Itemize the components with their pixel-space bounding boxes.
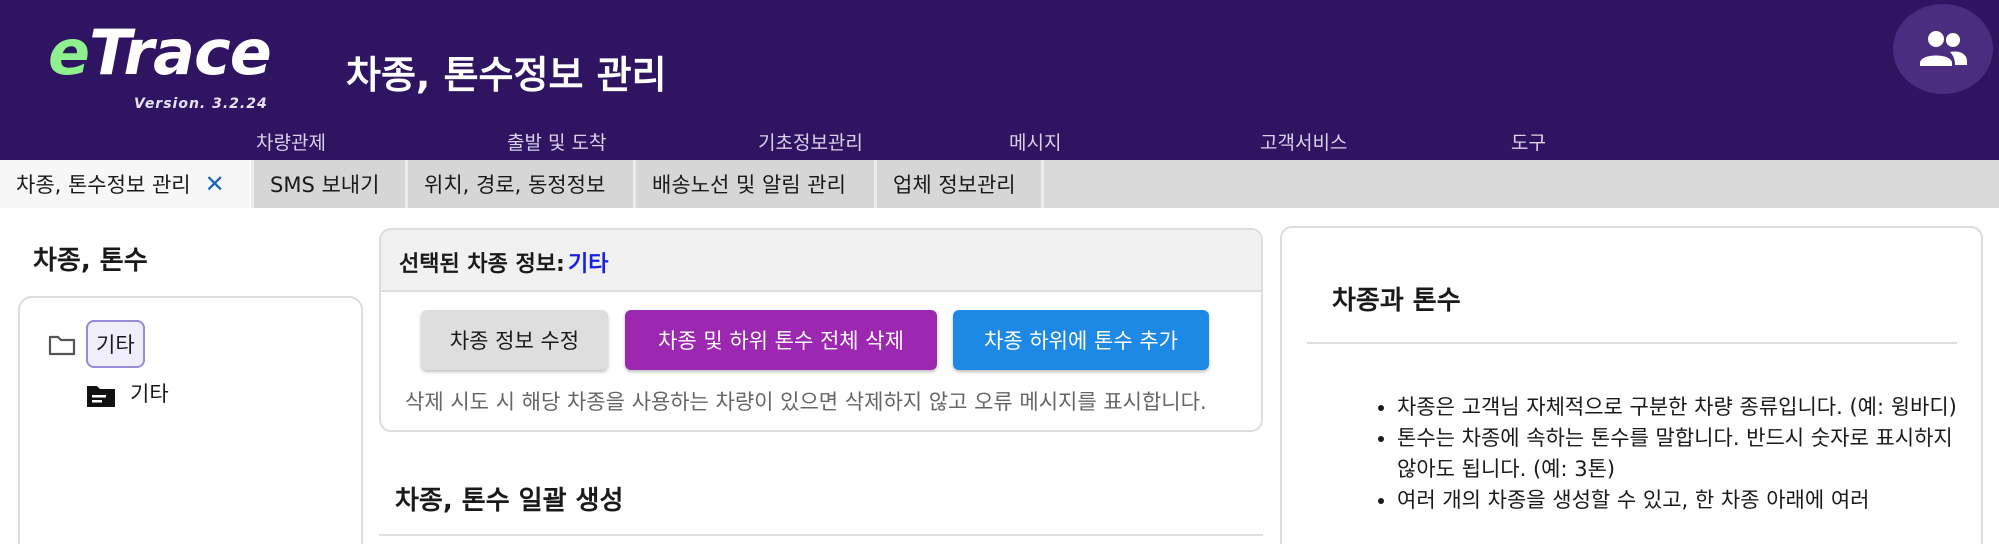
tab-label: 배송노선 및 알림 관리 <box>652 173 846 197</box>
user-group-button[interactable] <box>1893 4 1993 94</box>
info-list-item: 톤수는 차종에 속하는 톤수를 말합니다. 반드시 숫자로 표시하지 않아도 됩… <box>1397 423 1957 485</box>
selected-header: 선택된 차종 정보: 기타 <box>381 230 1261 292</box>
tab-label: SMS 보내기 <box>270 173 380 197</box>
tab-company-info[interactable]: 업체 정보관리 <box>877 160 1044 208</box>
tab-sms[interactable]: SMS 보내기 <box>254 160 408 208</box>
close-icon[interactable]: ✕ <box>205 170 225 198</box>
menu-item-message[interactable]: 메시지 <box>1009 128 1061 155</box>
users-icon <box>1920 31 1967 66</box>
delete-vehicle-type-button[interactable]: 차종 및 하위 톤수 전체 삭제 <box>625 310 937 370</box>
left-panel-title: 차종, 톤수 <box>33 246 148 276</box>
menu-item-departure-arrival[interactable]: 출발 및 도착 <box>507 128 606 155</box>
menu-item-basic-info[interactable]: 기초정보관리 <box>758 128 863 155</box>
folder-outline-icon[interactable] <box>48 334 76 360</box>
tab-bar: 차종, 톤수정보 관리 ✕ SMS 보내기 위치, 경로, 동정정보 배송노선 … <box>0 160 1999 208</box>
tab-vehicle-type-tonnage[interactable]: 차종, 톤수정보 관리 ✕ <box>0 160 254 208</box>
tab-label: 차종, 톤수정보 관리 <box>16 173 191 197</box>
logo-e: e <box>48 16 90 89</box>
folder-filled-icon <box>86 384 116 412</box>
tab-label: 위치, 경로, 동정정보 <box>424 173 606 197</box>
bulk-create-title: 차종, 톤수 일괄 생성 <box>395 486 624 516</box>
tab-label: 업체 정보관리 <box>893 173 1016 197</box>
tree-node-child[interactable]: 기타 <box>130 378 169 408</box>
divider <box>379 534 1263 536</box>
selected-value: 기타 <box>568 252 609 277</box>
logo-text: Trace <box>89 16 272 89</box>
info-list-item: 여러 개의 차종을 생성할 수 있고, 한 차종 아래에 여러 <box>1397 485 1957 516</box>
menu-item-tools[interactable]: 도구 <box>1511 128 1546 155</box>
version-label: Version. 3.2.24 <box>134 96 268 112</box>
app-header: eTrace Version. 3.2.24 차종, 톤수정보 관리 차량관제 … <box>0 0 1999 160</box>
menu-item-vehicle-control[interactable]: 차량관제 <box>256 128 326 155</box>
tab-delivery-route[interactable]: 배송노선 및 알림 관리 <box>636 160 877 208</box>
menu-item-customer-service[interactable]: 고객서비스 <box>1260 128 1347 155</box>
page-title: 차종, 톤수정보 관리 <box>346 53 667 97</box>
add-tonnage-button[interactable]: 차종 하위에 톤수 추가 <box>953 310 1209 370</box>
divider <box>1307 342 1957 344</box>
selected-label: 선택된 차종 정보: <box>399 252 565 277</box>
info-list-item: 차종은 고객님 자체적으로 구분한 차량 종류입니다. (예: 윙바디) <box>1397 392 1957 423</box>
tab-location-route[interactable]: 위치, 경로, 동정정보 <box>408 160 636 208</box>
selected-vehicle-card: 선택된 차종 정보: 기타 차종 정보 수정 차종 및 하위 톤수 전체 삭제 … <box>379 228 1263 432</box>
info-title: 차종과 톤수 <box>1332 286 1461 316</box>
delete-note: 삭제 시도 시 해당 차종을 사용하는 차량이 있으면 삭제하지 않고 오류 메… <box>405 390 1207 414</box>
main-menu: 차량관제 출발 및 도착 기초정보관리 메시지 고객서비스 도구 <box>0 128 1999 156</box>
tree-node-root[interactable]: 기타 <box>86 320 145 368</box>
etrace-logo[interactable]: eTrace <box>48 22 272 84</box>
edit-vehicle-type-button[interactable]: 차종 정보 수정 <box>421 310 608 370</box>
info-list: 차종은 고객님 자체적으로 구분한 차량 종류입니다. (예: 윙바디) 톤수는… <box>1397 392 1957 516</box>
vehicle-type-tree: 기타 기타 <box>18 296 363 544</box>
info-card: 차종과 톤수 차종은 고객님 자체적으로 구분한 차량 종류입니다. (예: 윙… <box>1280 226 1983 544</box>
